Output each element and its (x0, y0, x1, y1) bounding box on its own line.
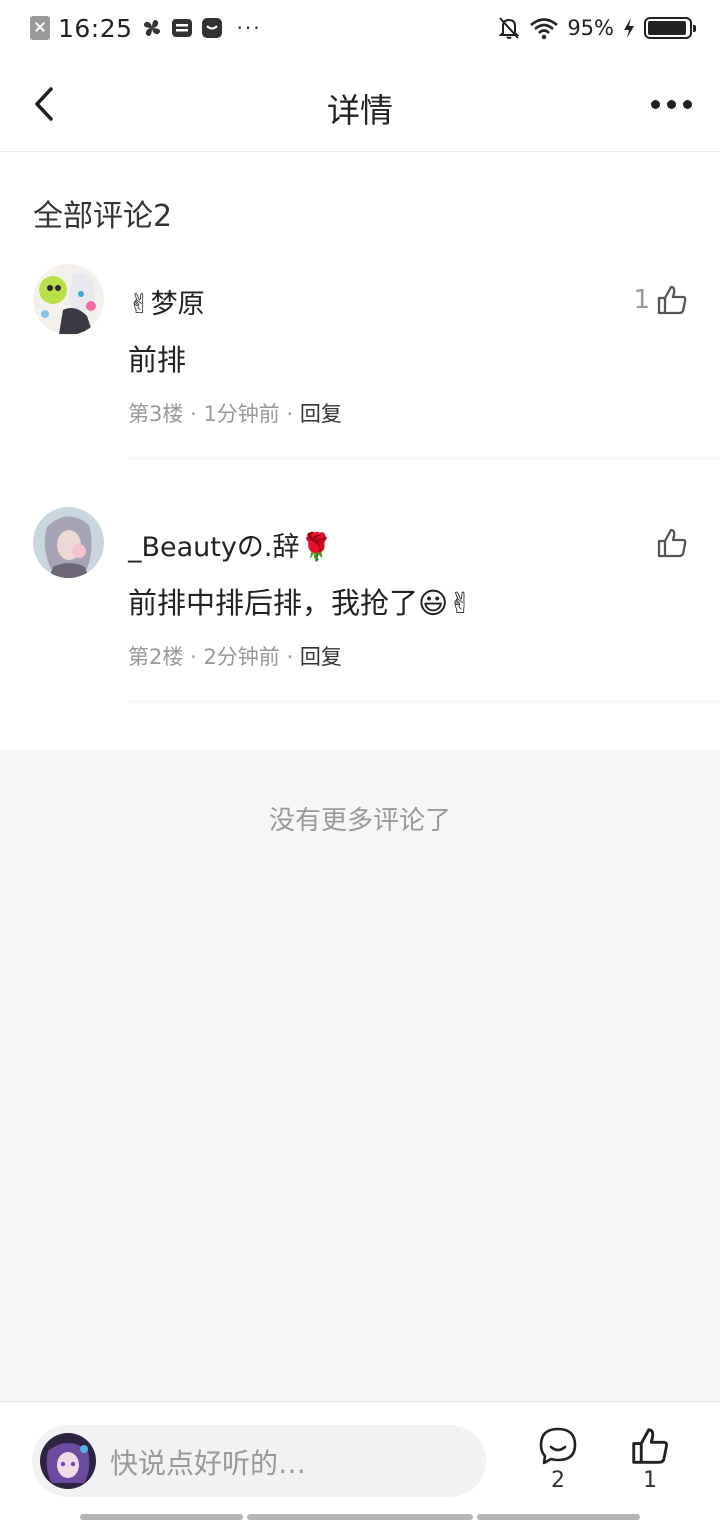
meta-separator: · (286, 645, 294, 669)
comment-input[interactable]: 快说点好听的… (32, 1425, 486, 1497)
comment-username[interactable]: _Beautyの.辞🌹 (128, 525, 333, 564)
mute-bell-icon (498, 17, 520, 39)
girl-avatar-image (33, 507, 104, 578)
message-app-icon (171, 19, 192, 37)
taobao-app-icon (201, 18, 222, 38)
home-indicator (477, 1514, 640, 1520)
no-more-comments-text: 没有更多评论了 (268, 806, 451, 836)
meta-separator: · (190, 645, 197, 669)
charging-icon (624, 18, 634, 38)
comment-floor: 第3楼 (128, 402, 184, 426)
comment-divider (128, 701, 720, 702)
comment-item: _Beautyの.辞🌹 前排中排后排，我抢了😃✌ 第2楼 · 2分钟前 · 回复 (0, 505, 720, 703)
comments-section-title: 全部评论2 (33, 199, 173, 234)
wifi-icon (530, 18, 559, 40)
home-indicator (80, 1514, 243, 1520)
comment-like-count: 1 (633, 285, 650, 315)
home-indicator (247, 1514, 473, 1520)
comment-time: 1分钟前 (203, 402, 280, 426)
comment-meta: 第3楼 · 1分钟前 · 回复 (128, 398, 342, 428)
battery-level (648, 21, 686, 35)
comment-bubble-icon (539, 1427, 577, 1465)
comment-meta: 第2楼 · 2分钟前 · 回复 (128, 641, 342, 671)
comment-username[interactable]: ✌梦原 (128, 282, 205, 321)
thumbs-up-icon (657, 528, 687, 558)
sim-error-icon (30, 16, 50, 40)
comment-like-button[interactable]: 1 (633, 284, 688, 316)
like-post-button[interactable]: 1 (620, 1426, 680, 1493)
status-time: 16:25 (58, 13, 133, 43)
more-dots-icon (650, 99, 660, 109)
bottom-action-bar: 快说点好听的… 2 1 (0, 1401, 720, 1520)
avatar (40, 1433, 96, 1489)
more-notifications-icon: ··· (236, 16, 262, 40)
comments-end-area: 没有更多评论了 (0, 750, 720, 1401)
meta-separator: · (190, 402, 197, 426)
battery-icon (644, 17, 696, 39)
reply-button[interactable]: 回复 (300, 402, 342, 426)
more-dots-icon (666, 99, 676, 109)
avatar[interactable] (33, 507, 104, 578)
comment-divider (128, 458, 720, 459)
thumbs-up-icon (657, 285, 687, 315)
comment-text: 前排中排后排，我抢了😃✌ (128, 586, 473, 620)
reply-button[interactable]: 回复 (300, 645, 342, 669)
meta-separator: · (286, 402, 294, 426)
status-bar: 16:25 ··· 95% (0, 0, 720, 56)
comment-like-button[interactable] (650, 527, 688, 559)
comment-text: 前排 (128, 343, 187, 377)
more-dots-icon (682, 99, 692, 109)
nav-header: 详情 (0, 56, 720, 152)
comment-count: 2 (551, 1468, 565, 1493)
comment-count-button[interactable]: 2 (528, 1426, 588, 1493)
battery-percent: 95% (567, 16, 614, 40)
page-title: 详情 (327, 91, 393, 130)
avatar[interactable] (33, 264, 104, 335)
more-options-button[interactable] (646, 86, 696, 122)
comment-floor: 第2楼 (128, 645, 184, 669)
like-count: 1 (643, 1468, 657, 1493)
pinwheel-app-icon (143, 20, 160, 36)
thumbs-up-icon (632, 1428, 668, 1464)
anime-avatar-image (33, 264, 104, 335)
user-avatar-image (40, 1433, 96, 1489)
comment-input-placeholder: 快说点好听的… (110, 1447, 307, 1480)
status-bar-right: 95% (497, 12, 696, 44)
comment-item: ✌梦原 前排 第3楼 · 1分钟前 · 回复 1 (0, 262, 720, 460)
comment-time: 2分钟前 (203, 645, 280, 669)
status-bar-left: 16:25 ··· (30, 12, 262, 44)
